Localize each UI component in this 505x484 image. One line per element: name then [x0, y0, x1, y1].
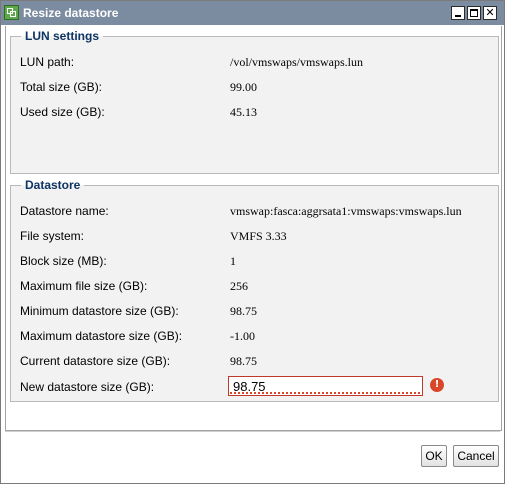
used-size-value: 45.13: [230, 105, 257, 119]
max-datastore-size-value: -1.00: [230, 329, 255, 343]
lun-settings-group: LUN settings LUN path: /vol/vmswaps/vmsw…: [10, 29, 499, 174]
lun-settings-legend: LUN settings: [25, 29, 100, 43]
file-system-value: VMFS 3.33: [230, 229, 287, 243]
datastore-legend: Datastore: [25, 178, 81, 192]
close-button[interactable]: ✕: [483, 6, 497, 20]
new-datastore-size-label: New datastore size (GB):: [20, 380, 155, 394]
min-datastore-size-label: Minimum datastore size (GB):: [20, 304, 179, 318]
file-system-label: File system:: [20, 229, 85, 243]
minimize-button[interactable]: [451, 6, 465, 20]
lun-path-label: LUN path:: [20, 55, 75, 69]
max-datastore-size-label: Maximum datastore size (GB):: [20, 329, 183, 343]
datastore-name-label: Datastore name:: [20, 204, 109, 218]
resize-datastore-dialog: Resize datastore ✕ LUN settings LUN path…: [0, 0, 505, 484]
ok-button[interactable]: OK: [421, 445, 447, 467]
max-file-size-row: Maximum file size (GB): 256: [11, 277, 498, 295]
dialog-content: LUN settings LUN path: /vol/vmswaps/vmsw…: [5, 26, 502, 431]
current-datastore-size-label: Current datastore size (GB):: [20, 354, 171, 368]
max-file-size-label: Maximum file size (GB):: [20, 279, 148, 293]
new-datastore-size-field[interactable]: [228, 376, 423, 396]
total-size-label: Total size (GB):: [20, 80, 103, 94]
used-size-label: Used size (GB):: [20, 105, 105, 119]
total-size-value: 99.00: [230, 80, 257, 94]
max-datastore-size-row: Maximum datastore size (GB): -1.00: [11, 327, 498, 345]
window-title: Resize datastore: [23, 6, 119, 20]
lun-path-row: LUN path: /vol/vmswaps/vmswaps.lun: [11, 53, 498, 71]
error-icon: !: [430, 378, 444, 392]
used-size-row: Used size (GB): 45.13: [11, 103, 498, 121]
file-system-row: File system: VMFS 3.33: [11, 227, 498, 245]
lun-path-value: /vol/vmswaps/vmswaps.lun: [230, 55, 364, 69]
max-file-size-value: 256: [230, 279, 248, 293]
current-datastore-size-value: 98.75: [230, 354, 257, 368]
datastore-name-row: Datastore name: vmswap:fasca:aggrsata1:v…: [11, 202, 498, 220]
vmware-app-icon: [4, 5, 19, 20]
datastore-group: Datastore Datastore name: vmswap:fasca:a…: [10, 178, 499, 402]
cancel-button[interactable]: Cancel: [453, 445, 499, 467]
total-size-row: Total size (GB): 99.00: [11, 78, 498, 96]
datastore-name-value: vmswap:fasca:aggrsata1:vmswaps:vmswaps.l…: [230, 204, 462, 218]
current-datastore-size-row: Current datastore size (GB): 98.75: [11, 352, 498, 370]
min-datastore-size-value: 98.75: [230, 304, 257, 318]
block-size-value: 1: [230, 254, 236, 268]
new-datastore-size-row: New datastore size (GB): !: [11, 376, 498, 396]
block-size-row: Block size (MB): 1: [11, 252, 498, 270]
validation-error-underline: [230, 392, 421, 394]
title-bar[interactable]: Resize datastore ✕: [1, 1, 504, 25]
min-datastore-size-row: Minimum datastore size (GB): 98.75: [11, 302, 498, 320]
maximize-button[interactable]: [467, 6, 481, 20]
footer-divider: [5, 431, 500, 432]
block-size-label: Block size (MB):: [20, 254, 107, 268]
